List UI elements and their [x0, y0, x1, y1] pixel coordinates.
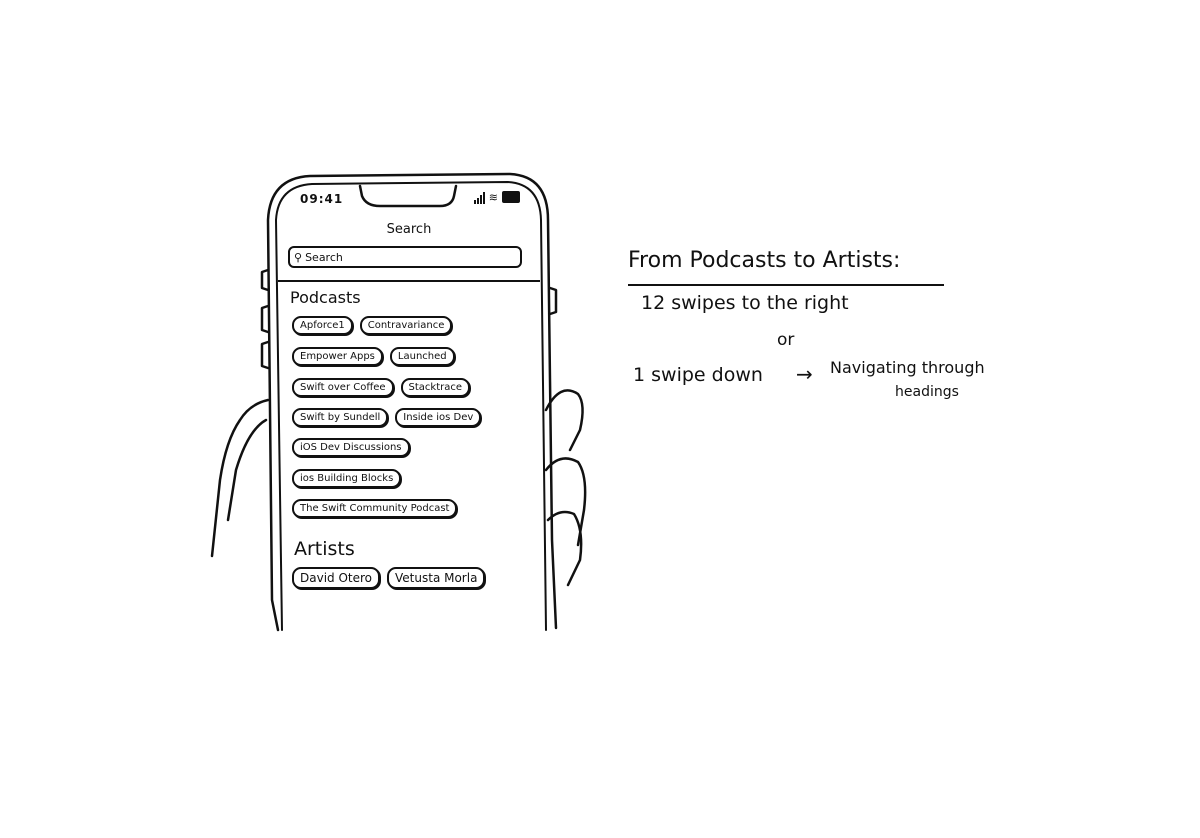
podcast-chip-contravariance[interactable]: Contravariance: [359, 316, 453, 335]
annotation-underline: [628, 284, 944, 286]
annotation-line-swipes-right: 12 swipes to the right: [641, 292, 849, 314]
wifi-icon: ≋: [488, 191, 498, 204]
podcast-chip-empower-apps[interactable]: Empower Apps: [292, 347, 383, 366]
chip-row: Apforce1 Contravariance: [292, 316, 453, 335]
section-heading-podcasts: Podcasts: [290, 288, 361, 307]
nav-divider: [278, 280, 540, 282]
podcast-chip-stacktrace[interactable]: Stacktrace: [400, 378, 471, 397]
section-heading-artists: Artists: [294, 538, 355, 560]
phone-screen: 09:41 ≋ Search ⚲ Search Podcasts Apforce…: [278, 186, 540, 616]
annotation-line-swipe-down: 1 swipe down: [633, 364, 763, 386]
search-icon: ⚲: [294, 250, 303, 264]
annotation-headings: headings: [895, 384, 959, 400]
podcast-chip-swift-by-sundell[interactable]: Swift by Sundell: [292, 408, 389, 427]
chip-row: The Swift Community Podcast: [292, 499, 458, 518]
chip-row: ios Building Blocks: [292, 469, 402, 488]
chip-row: Swift over Coffee Stacktrace: [292, 378, 471, 397]
nav-title: Search: [386, 222, 432, 237]
podcast-chip-swift-over-coffee[interactable]: Swift over Coffee: [292, 378, 394, 397]
podcast-chip-inside-ios-dev[interactable]: Inside ios Dev: [395, 408, 482, 427]
podcast-chip-launched[interactable]: Launched: [389, 347, 455, 366]
chip-row: Empower Apps Launched: [292, 347, 455, 366]
signal-icon: [473, 192, 485, 204]
phone-sketch: [210, 172, 587, 632]
podcast-chip-apforce1[interactable]: Apforce1: [292, 316, 353, 335]
podcast-chip-ios-building-blocks[interactable]: ios Building Blocks: [292, 469, 402, 488]
podcast-chip-swift-community-podcast[interactable]: The Swift Community Podcast: [292, 499, 458, 518]
annotation-navigating-through: Navigating through: [830, 358, 985, 377]
podcast-chip-ios-dev-discussions[interactable]: iOS Dev Discussions: [292, 438, 410, 457]
chip-row: iOS Dev Discussions: [292, 438, 410, 457]
artist-chip-vetusta-morla[interactable]: Vetusta Morla: [387, 567, 486, 589]
search-placeholder: Search: [305, 250, 343, 264]
annotation-or: or: [777, 330, 795, 350]
search-input[interactable]: ⚲ Search: [288, 246, 522, 268]
chip-row: David Otero Vetusta Morla: [292, 567, 486, 589]
status-time: 09:41: [300, 192, 344, 206]
battery-icon: [502, 191, 520, 203]
arrow-right-icon: →: [796, 362, 813, 386]
status-icons: ≋: [473, 190, 520, 204]
chip-row: Swift by Sundell Inside ios Dev: [292, 408, 482, 427]
annotation-title: From Podcasts to Artists:: [628, 248, 901, 273]
artist-chip-david-otero[interactable]: David Otero: [292, 567, 381, 589]
